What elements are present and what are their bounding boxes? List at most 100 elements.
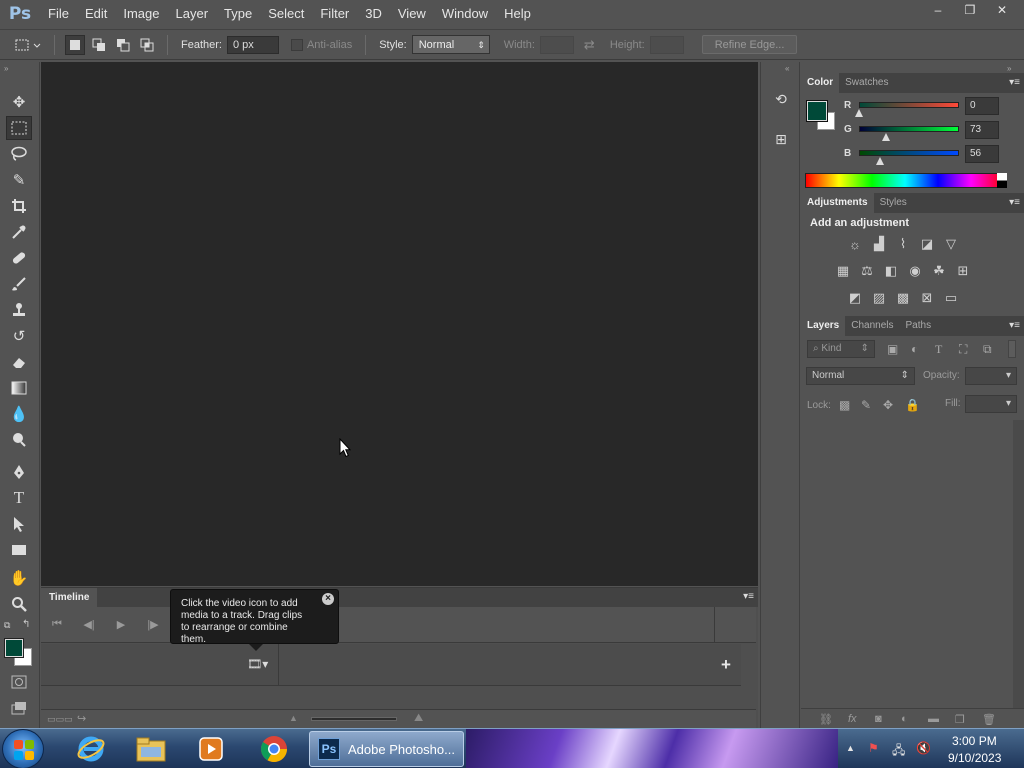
lock-image-pixels-icon[interactable]: ✎: [861, 398, 871, 412]
gradient-map-icon[interactable]: ▭: [942, 290, 960, 306]
network-icon[interactable]: 🖧: [892, 741, 905, 762]
menu-view[interactable]: View: [390, 0, 434, 28]
restore-button[interactable]: ❐: [954, 0, 986, 20]
green-slider[interactable]: [859, 126, 959, 132]
zoom-out-timeline-icon[interactable]: ▲: [289, 713, 298, 723]
render-video-icon[interactable]: ↪: [77, 712, 86, 725]
tab-styles[interactable]: Styles: [874, 193, 913, 213]
lasso-tool[interactable]: [6, 142, 32, 166]
blur-tool[interactable]: 💧: [6, 402, 32, 426]
height-input[interactable]: [649, 35, 684, 54]
file-explorer-icon[interactable]: [126, 732, 176, 766]
menu-filter[interactable]: Filter: [312, 0, 357, 28]
exposure-icon[interactable]: ◪: [918, 236, 936, 252]
channel-mixer-icon[interactable]: ☘: [930, 263, 948, 279]
tab-paths[interactable]: Paths: [900, 316, 938, 336]
tab-adjustments[interactable]: Adjustments: [801, 193, 874, 213]
photoshop-taskbar-button[interactable]: Ps Adobe Photosho...: [309, 731, 464, 767]
green-slider-thumb[interactable]: [882, 133, 890, 141]
new-adjustment-layer-icon[interactable]: ◐: [901, 713, 908, 725]
layer-style-fx-icon[interactable]: fx: [848, 713, 857, 725]
menu-window[interactable]: Window: [434, 0, 496, 28]
adjustments-panel-menu-icon[interactable]: ▾≡: [1009, 197, 1020, 208]
vibrance-icon[interactable]: ▽: [942, 236, 960, 252]
smart-object-filter-icon[interactable]: ⧉: [983, 342, 992, 357]
foreground-color-swatch[interactable]: [4, 638, 24, 658]
shape-layer-filter-icon[interactable]: ⛶: [959, 342, 967, 357]
previous-frame-button[interactable]: ◀|: [73, 618, 105, 631]
layers-list[interactable]: [801, 420, 1011, 708]
pen-tool[interactable]: [6, 460, 32, 484]
blue-slider-thumb[interactable]: [876, 157, 884, 165]
timeline-track[interactable]: 🎞▾ +: [41, 644, 741, 686]
path-selection-tool[interactable]: [6, 512, 32, 536]
menu-layer[interactable]: Layer: [168, 0, 217, 28]
tab-channels[interactable]: Channels: [845, 316, 899, 336]
threshold-icon[interactable]: ▩: [894, 290, 912, 306]
selective-color-icon[interactable]: ⊠: [918, 290, 936, 306]
chrome-icon[interactable]: [249, 732, 299, 766]
history-panel-button[interactable]: ⟲: [769, 88, 793, 110]
close-button[interactable]: ✕: [986, 0, 1018, 20]
move-tool[interactable]: ✥: [6, 90, 32, 114]
internet-explorer-icon[interactable]: [66, 732, 116, 766]
tab-timeline[interactable]: Timeline: [41, 588, 98, 607]
tab-swatches[interactable]: Swatches: [839, 73, 894, 93]
quick-selection-tool[interactable]: ✎: [6, 168, 32, 192]
menu-image[interactable]: Image: [115, 0, 167, 28]
layers-scrollbar[interactable]: [1013, 420, 1024, 708]
screen-mode-button[interactable]: [6, 696, 32, 720]
new-layer-icon[interactable]: ❐: [955, 713, 965, 726]
timeline-panel-menu-icon[interactable]: ▾≡: [743, 591, 754, 602]
menu-type[interactable]: Type: [216, 0, 260, 28]
collapse-panels-icon[interactable]: »: [1007, 64, 1011, 73]
action-center-flag-icon[interactable]: ⚑: [868, 741, 879, 755]
type-tool[interactable]: T: [6, 486, 32, 510]
eraser-tool[interactable]: [6, 350, 32, 374]
blue-slider[interactable]: [859, 150, 959, 156]
media-player-icon[interactable]: [186, 732, 236, 766]
opacity-input[interactable]: ▾: [965, 367, 1017, 385]
history-brush-tool[interactable]: ↺: [6, 324, 32, 348]
document-canvas-area[interactable]: [41, 62, 758, 586]
color-panel-menu-icon[interactable]: ▾≡: [1009, 77, 1020, 88]
fill-input[interactable]: ▾: [965, 395, 1017, 413]
expand-dock-icon[interactable]: «: [785, 64, 789, 73]
brightness-contrast-icon[interactable]: ☼: [846, 236, 864, 252]
menu-select[interactable]: Select: [260, 0, 312, 28]
start-button[interactable]: [2, 729, 44, 768]
gradient-tool[interactable]: [6, 376, 32, 400]
tab-layers[interactable]: Layers: [801, 316, 846, 336]
type-layer-filter-icon[interactable]: T: [935, 342, 942, 357]
color-balance-icon[interactable]: ⚖: [858, 263, 876, 279]
hand-tool[interactable]: ✋: [6, 566, 32, 590]
clone-stamp-tool[interactable]: [6, 298, 32, 322]
style-dropdown[interactable]: Normal: [411, 35, 490, 54]
lock-transparent-pixels-icon[interactable]: ▩: [839, 398, 850, 412]
lock-position-icon[interactable]: ✥: [883, 398, 893, 412]
minimize-button[interactable]: –: [922, 0, 954, 20]
levels-icon[interactable]: ▟: [870, 236, 888, 252]
add-selection-button[interactable]: [89, 35, 109, 55]
video-film-icon[interactable]: 🎞▾: [247, 657, 268, 671]
lock-all-icon[interactable]: 🔒: [905, 398, 920, 412]
dodge-tool[interactable]: [6, 428, 32, 452]
swap-dimensions-icon[interactable]: ⇄: [584, 37, 595, 53]
hue-saturation-icon[interactable]: ▦: [834, 263, 852, 279]
crop-tool[interactable]: [6, 194, 32, 218]
clock-time[interactable]: 3:00 PM: [952, 734, 997, 748]
filter-kind-dropdown[interactable]: ⌕ Kind ⇕: [807, 340, 875, 358]
curves-icon[interactable]: ⌇: [894, 236, 912, 252]
pixel-layer-filter-icon[interactable]: ▣: [887, 342, 898, 356]
filter-toggle-switch[interactable]: [1008, 340, 1016, 358]
new-selection-button[interactable]: [65, 34, 85, 55]
blue-value-input[interactable]: 56: [965, 145, 999, 163]
convert-frame-animation-icon[interactable]: ▭▭▭: [47, 714, 73, 725]
zoom-tool[interactable]: [6, 592, 32, 616]
tool-preset-picker[interactable]: [12, 35, 44, 55]
color-spectrum-bar[interactable]: [805, 173, 1005, 188]
subtract-selection-button[interactable]: [113, 35, 133, 55]
green-value-input[interactable]: 73: [965, 121, 999, 139]
next-frame-button[interactable]: |▶: [137, 618, 169, 631]
adjustment-layer-filter-icon[interactable]: ◐: [911, 342, 918, 356]
